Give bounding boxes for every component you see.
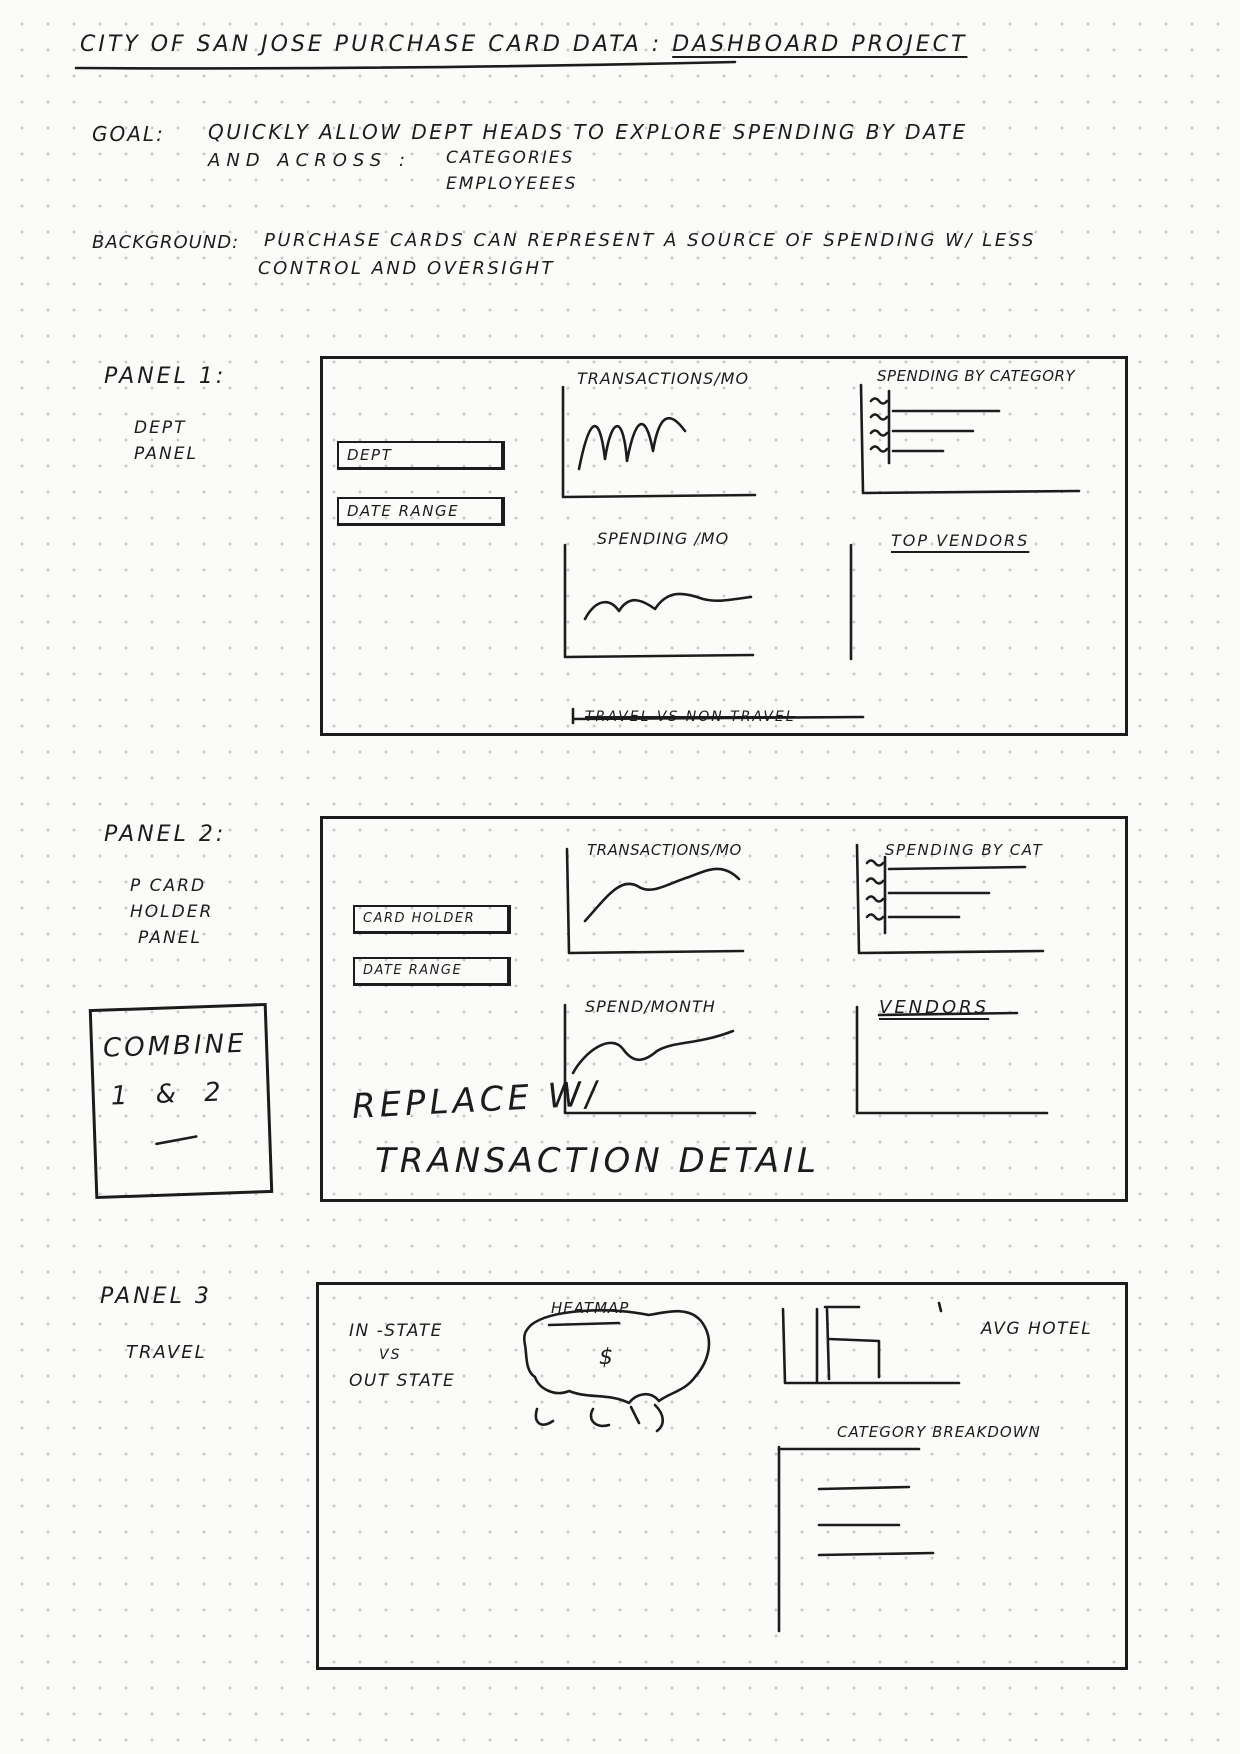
panel1-frame: DEPT DATE RANGE TRANSACTIONS/MO SPENDING… xyxy=(320,356,1128,736)
panel3-sketches xyxy=(522,1301,961,1633)
title-underline xyxy=(74,60,737,70)
spending-line xyxy=(583,592,753,621)
panel1-sketches xyxy=(561,383,1081,725)
goal-line1: QUICKLY ALLOW DEPT HEADS TO EXPLORE SPEN… xyxy=(208,120,968,144)
panel1-sub-panel: PANEL xyxy=(134,444,198,464)
panel1-label: PANEL 1: xyxy=(104,364,227,389)
panel2-sub-pcard: P CARD xyxy=(130,876,207,896)
goal-item-categories: CATEGORIES xyxy=(446,148,575,168)
panel2-sketches xyxy=(563,843,1049,1115)
transactions-line xyxy=(577,417,687,471)
panel1-sub-dept: DEPT xyxy=(134,418,187,438)
spend-month-line xyxy=(571,1029,735,1075)
combine-note-box: COMBINE 1 & 2 xyxy=(88,1002,274,1200)
background-line1: PURCHASE CARDS CAN REPRESENT A SOURCE OF… xyxy=(264,230,1036,251)
panel2-sub-holder: HOLDER xyxy=(130,902,214,922)
panel3-sub-travel: TRAVEL xyxy=(126,1342,207,1363)
panel3-frame: IN -STATE VS OUT STATE HEATMAP $ AVG HOT… xyxy=(316,1282,1128,1670)
combine-note-underline xyxy=(155,1135,198,1146)
transactions-line-2 xyxy=(583,867,741,923)
panel2-sub-panel: PANEL xyxy=(138,928,202,948)
goal-line2: AND ACROSS : xyxy=(208,150,411,171)
panel2-frame: CARD HOLDER DATE RANGE TRANSACTIONS/MO S… xyxy=(320,816,1128,1202)
goal-label: GOAL: xyxy=(92,122,165,146)
goal-item-employees: EMPLOYEEES xyxy=(446,174,578,194)
background-label: BACKGROUND: xyxy=(92,232,240,253)
background-line2: CONTROL AND OVERSIGHT xyxy=(258,258,556,279)
panel3-label: PANEL 3 xyxy=(100,1284,212,1309)
panel2-label: PANEL 2: xyxy=(104,822,227,847)
